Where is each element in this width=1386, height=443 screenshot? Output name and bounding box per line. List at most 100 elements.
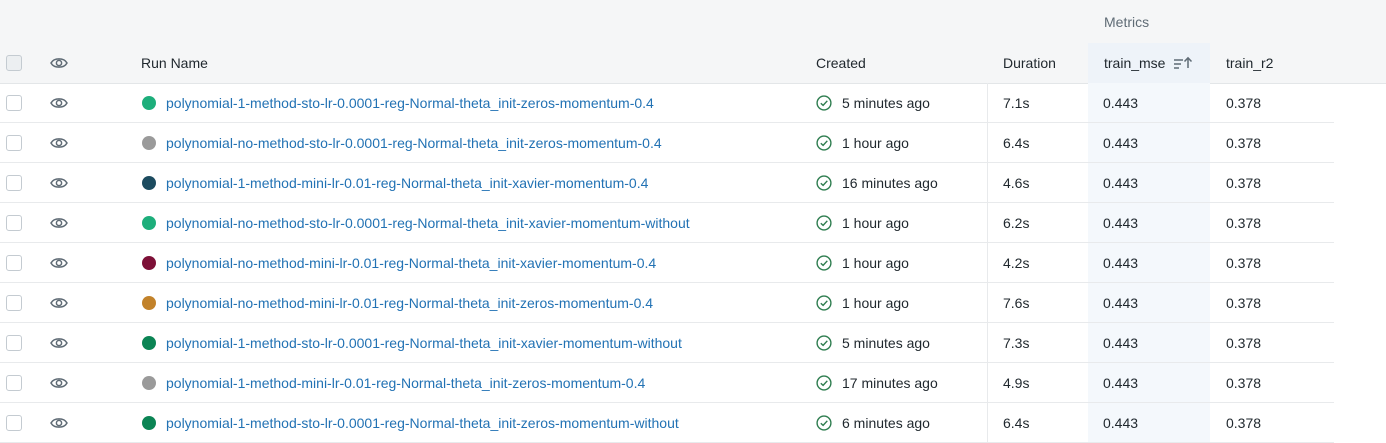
run-name-link[interactable]: polynomial-no-method-sto-lr-0.0001-reg-N… [166,215,690,231]
column-header-created[interactable]: Created [816,43,986,83]
run-name-link[interactable]: polynomial-no-method-sto-lr-0.0001-reg-N… [166,135,662,151]
train-r2-cell: 0.378 [1226,123,1334,162]
created-cell: 1 hour ago [816,203,988,242]
run-name-cell: polynomial-1-method-sto-lr-0.0001-reg-No… [142,323,812,362]
train-mse-value: 0.443 [1103,294,1139,311]
row-checkbox[interactable] [6,134,22,151]
train-r2-cell: 0.378 [1226,243,1334,282]
select-all-checkbox[interactable] [6,55,22,71]
train-r2-value: 0.378 [1226,254,1262,271]
eye-icon[interactable] [50,296,68,310]
row-visibility-cell [50,403,80,442]
table-row: polynomial-no-method-mini-lr-0.01-reg-No… [0,243,1334,283]
run-name-link[interactable]: polynomial-1-method-mini-lr-0.01-reg-Nor… [166,375,645,391]
metrics-group-label: Metrics [1104,13,1150,30]
train-r2-value: 0.378 [1226,294,1262,311]
row-select-cell [6,243,36,282]
train-r2-cell: 0.378 [1226,323,1334,362]
row-checkbox[interactable] [6,94,22,111]
header-select-all [6,43,36,83]
created-time: 1 hour ago [842,214,909,231]
created-cell: 5 minutes ago [816,323,988,362]
column-header-duration[interactable]: Duration [1003,43,1088,83]
created-time: 5 minutes ago [842,334,930,351]
check-circle-icon [816,214,832,231]
table-row: polynomial-1-method-sto-lr-0.0001-reg-No… [0,83,1334,123]
eye-icon[interactable] [50,416,68,430]
eye-icon[interactable] [50,376,68,390]
train-mse-cell: 0.443 [1088,283,1210,322]
created-cell: 17 minutes ago [816,363,988,402]
run-name-link[interactable]: polynomial-1-method-sto-lr-0.0001-reg-No… [166,335,682,351]
column-header-train-mse[interactable]: train_mse [1088,43,1210,83]
column-group-header: Metrics [0,0,1386,44]
eye-icon[interactable] [50,256,68,270]
run-name-link[interactable]: polynomial-1-method-sto-lr-0.0001-reg-No… [166,95,654,111]
train-mse-value: 0.443 [1103,214,1139,231]
row-select-cell [6,363,36,402]
header-visibility [50,43,80,83]
run-name-link[interactable]: polynomial-no-method-mini-lr-0.01-reg-No… [166,255,656,271]
check-circle-icon [816,374,832,391]
run-color-dot [142,215,156,230]
duration-cell: 7.3s [1003,323,1088,362]
run-name-cell: polynomial-1-method-mini-lr-0.01-reg-Nor… [142,363,812,402]
table-row: polynomial-1-method-sto-lr-0.0001-reg-No… [0,403,1334,443]
created-cell: 1 hour ago [816,123,988,162]
train-mse-cell: 0.443 [1088,83,1210,122]
row-checkbox[interactable] [6,174,22,191]
row-checkbox[interactable] [6,294,22,311]
run-name-link[interactable]: polynomial-1-method-sto-lr-0.0001-reg-No… [166,415,679,431]
row-visibility-cell [50,163,80,202]
created-time: 1 hour ago [842,294,909,311]
run-name-cell: polynomial-no-method-mini-lr-0.01-reg-No… [142,283,812,322]
eye-icon[interactable] [50,96,68,110]
created-time: 5 minutes ago [842,94,930,111]
column-header-train-r2[interactable]: train_r2 [1226,43,1336,83]
train-r2-value: 0.378 [1226,134,1262,151]
run-name-link[interactable]: polynomial-no-method-mini-lr-0.01-reg-No… [166,295,653,311]
table-row: polynomial-no-method-sto-lr-0.0001-reg-N… [0,123,1334,163]
duration-cell: 6.2s [1003,203,1088,242]
eye-icon[interactable] [50,136,68,150]
row-select-cell [6,283,36,322]
row-checkbox[interactable] [6,334,22,351]
row-visibility-cell [50,283,80,322]
duration-cell: 7.1s [1003,83,1088,122]
duration-cell: 7.6s [1003,283,1088,322]
duration-value: 7.1s [1003,94,1030,111]
eye-icon[interactable] [50,176,68,190]
train-r2-value: 0.378 [1226,334,1262,351]
duration-value: 6.4s [1003,414,1030,431]
column-header-run-name[interactable]: Run Name [141,43,801,83]
run-name-link[interactable]: polynomial-1-method-mini-lr-0.01-reg-Nor… [166,175,648,191]
row-checkbox[interactable] [6,214,22,231]
check-circle-icon [816,334,832,351]
check-circle-icon [816,254,832,271]
train-mse-value: 0.443 [1103,94,1139,111]
duration-value: 7.3s [1003,334,1030,351]
row-checkbox[interactable] [6,374,22,391]
train-mse-value: 0.443 [1103,414,1139,431]
runs-table: Metrics Run Name Created Duration train_… [0,0,1386,443]
eye-icon[interactable] [50,336,68,350]
train-mse-cell: 0.443 [1088,203,1210,242]
eye-icon[interactable] [50,56,68,70]
row-checkbox[interactable] [6,254,22,271]
table-header-row: Run Name Created Duration train_mse trai… [0,43,1386,84]
created-time: 6 minutes ago [842,414,930,431]
created-cell: 1 hour ago [816,283,988,322]
row-select-cell [6,123,36,162]
eye-icon[interactable] [50,216,68,230]
run-color-dot [142,255,156,270]
train-r2-cell: 0.378 [1226,283,1334,322]
train-mse-cell: 0.443 [1088,243,1210,282]
train-mse-cell: 0.443 [1088,323,1210,362]
sort-ascending-icon[interactable] [1173,56,1193,70]
duration-cell: 4.9s [1003,363,1088,402]
row-checkbox[interactable] [6,414,22,431]
duration-value: 6.4s [1003,134,1030,151]
row-select-cell [6,403,36,442]
run-color-dot [142,95,156,110]
run-name-cell: polynomial-1-method-mini-lr-0.01-reg-Nor… [142,163,812,202]
